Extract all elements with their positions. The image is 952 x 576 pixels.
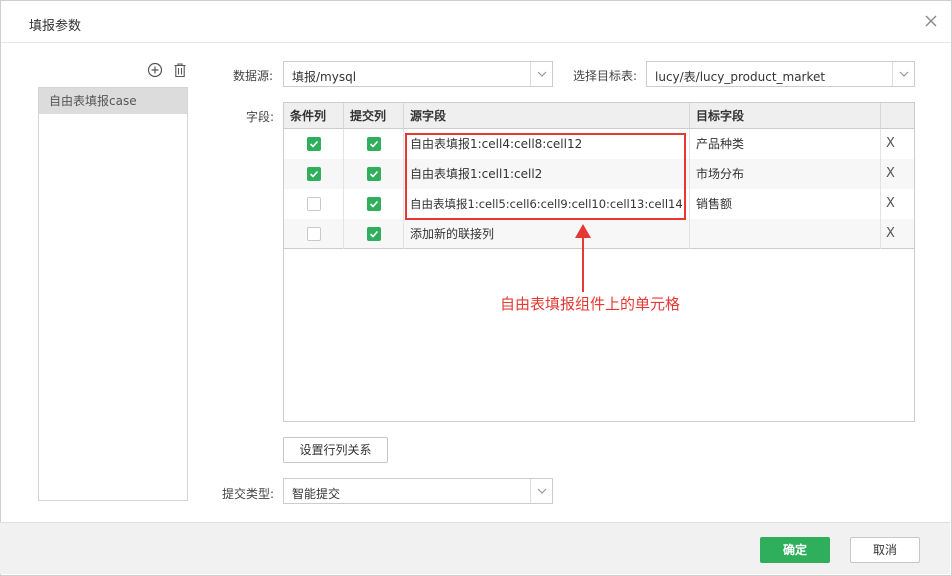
set-row-col-relation-button[interactable]: 设置行列关系: [283, 437, 388, 463]
close-icon[interactable]: [923, 13, 939, 29]
target-field-cell[interactable]: 产品种类: [690, 129, 881, 159]
dropdown-arrow[interactable]: [892, 62, 914, 86]
submit-type-label: 提交类型:: [222, 487, 275, 501]
condition-checkbox[interactable]: [307, 137, 321, 151]
dropdown-arrow[interactable]: [530, 479, 552, 503]
chevron-down-icon: [537, 488, 547, 494]
submit-cell: [344, 159, 404, 189]
header-source-field: 源字段: [404, 103, 690, 129]
delete-row-button[interactable]: X: [886, 219, 895, 249]
target-field-cell[interactable]: 销售额: [690, 189, 881, 219]
submit-type-select[interactable]: 智能提交: [283, 478, 553, 504]
dialog-title: 填报参数: [29, 19, 82, 34]
add-join-column-cell[interactable]: 添加新的联接列: [404, 219, 690, 249]
check-icon: [309, 140, 319, 148]
submit-checkbox[interactable]: [367, 137, 381, 151]
dropdown-arrow[interactable]: [530, 62, 552, 86]
cancel-button[interactable]: 取消: [850, 537, 920, 563]
condition-cell: [284, 159, 344, 189]
trash-icon[interactable]: [172, 62, 188, 78]
delete-row-button[interactable]: X: [886, 129, 895, 159]
submit-checkbox[interactable]: [367, 167, 381, 181]
condition-cell: [284, 189, 344, 219]
dialog-titlebar: 填报参数: [1, 1, 951, 43]
datasource-select[interactable]: 填报/mysql: [283, 61, 553, 87]
check-icon: [369, 230, 379, 238]
submit-type-value: 智能提交: [292, 487, 341, 501]
condition-cell: [284, 129, 344, 159]
datasource-label: 数据源:: [233, 69, 274, 83]
case-list: 自由表填报case: [38, 87, 188, 501]
header-condition-col: 条件列: [284, 103, 344, 129]
header-submit-col: 提交列: [344, 103, 404, 129]
condition-checkbox[interactable]: [307, 227, 321, 241]
condition-cell: [284, 219, 344, 249]
submit-cell: [344, 129, 404, 159]
target-table-label: 选择目标表:: [573, 69, 638, 83]
annotation-arrow-icon: [575, 224, 591, 292]
submit-cell: [344, 219, 404, 249]
check-icon: [369, 140, 379, 148]
target-table-value: lucy/表/lucy_product_market: [655, 70, 826, 84]
check-icon: [369, 170, 379, 178]
submit-checkbox[interactable]: [367, 227, 381, 241]
check-icon: [369, 200, 379, 208]
ok-button[interactable]: 确定: [760, 537, 830, 563]
header-action: [881, 103, 914, 129]
chevron-down-icon: [899, 71, 909, 77]
annotation-text: 自由表填报组件上的单元格: [500, 295, 681, 313]
add-icon[interactable]: [147, 62, 163, 78]
condition-checkbox[interactable]: [307, 167, 321, 181]
header-target-field: 目标字段: [690, 103, 881, 129]
delete-row-button[interactable]: X: [886, 189, 895, 219]
chevron-down-icon: [537, 71, 547, 77]
submit-checkbox[interactable]: [367, 197, 381, 211]
check-icon: [309, 170, 319, 178]
submit-cell: [344, 189, 404, 219]
datasource-value: 填报/mysql: [292, 70, 357, 84]
annotation-highlight-box: [405, 133, 686, 220]
target-field-cell[interactable]: [690, 219, 881, 249]
fields-label: 字段:: [246, 110, 275, 124]
case-list-item[interactable]: 自由表填报case: [39, 88, 187, 114]
target-field-cell[interactable]: 市场分布: [690, 159, 881, 189]
delete-row-button[interactable]: X: [886, 159, 895, 189]
table-row: 添加新的联接列 X: [284, 219, 914, 249]
target-table-select[interactable]: lucy/表/lucy_product_market: [646, 61, 915, 87]
condition-checkbox[interactable]: [307, 197, 321, 211]
